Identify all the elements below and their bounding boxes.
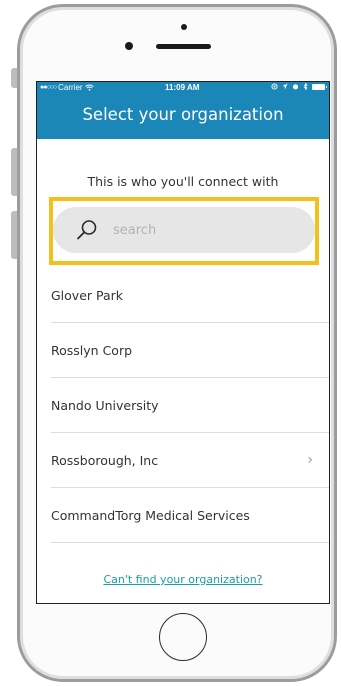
- status-time: 11:09 AM: [165, 83, 200, 92]
- org-name: Rossborough, Inc: [51, 452, 159, 468]
- proximity-sensor: [181, 24, 187, 30]
- app-header: ●●○○○ Carrier 11:09 AM Select your organ…: [37, 82, 329, 139]
- bluetooth-icon: [303, 83, 308, 90]
- page-subtitle: This is who you'll connect with: [87, 174, 279, 189]
- search-icon: [77, 220, 97, 240]
- search-input[interactable]: [111, 221, 285, 239]
- chevron-right-icon: ›: [307, 452, 313, 468]
- cant-find-organization-link[interactable]: Can't find your organization?: [37, 573, 329, 586]
- earpiece-speaker: [156, 44, 211, 49]
- org-item-rosslyn-corp[interactable]: Rosslyn Corp: [51, 323, 329, 378]
- home-button[interactable]: [159, 613, 207, 661]
- stage: ●●○○○ Carrier 11:09 AM Select your organ…: [0, 0, 341, 687]
- org-item-commandtorg-medical-services[interactable]: CommandTorg Medical Services: [51, 488, 329, 543]
- alarm-icon: [292, 84, 299, 90]
- org-item-glover-park[interactable]: Glover Park: [51, 268, 329, 323]
- organization-list: Glover Park Rosslyn Corp Nando Universit…: [37, 268, 329, 543]
- org-name: CommandTorg Medical Services: [51, 507, 250, 523]
- lock-rotation-icon: [271, 83, 278, 90]
- org-item-nando-university[interactable]: Nando University: [51, 378, 329, 433]
- signal-strength-icon: ●●○○○: [40, 84, 57, 91]
- org-name: Nando University: [51, 397, 159, 413]
- page-title: Select your organization: [82, 105, 284, 124]
- location-icon: [282, 83, 288, 90]
- org-name: Rosslyn Corp: [51, 342, 133, 358]
- front-camera: [125, 42, 133, 50]
- status-right: [271, 83, 327, 90]
- search-bar[interactable]: [53, 207, 315, 253]
- phone-screen: ●●○○○ Carrier 11:09 AM Select your organ…: [36, 81, 330, 604]
- wifi-icon: [84, 84, 94, 91]
- carrier-label: Carrier: [58, 83, 83, 92]
- battery-icon: [312, 83, 327, 90]
- org-name: Glover Park: [51, 287, 124, 303]
- status-left: ●●○○○ Carrier: [40, 83, 94, 92]
- org-item-rossborough-inc[interactable]: Rossborough, Inc ›: [51, 433, 329, 488]
- status-bar: ●●○○○ Carrier 11:09 AM: [37, 82, 329, 95]
